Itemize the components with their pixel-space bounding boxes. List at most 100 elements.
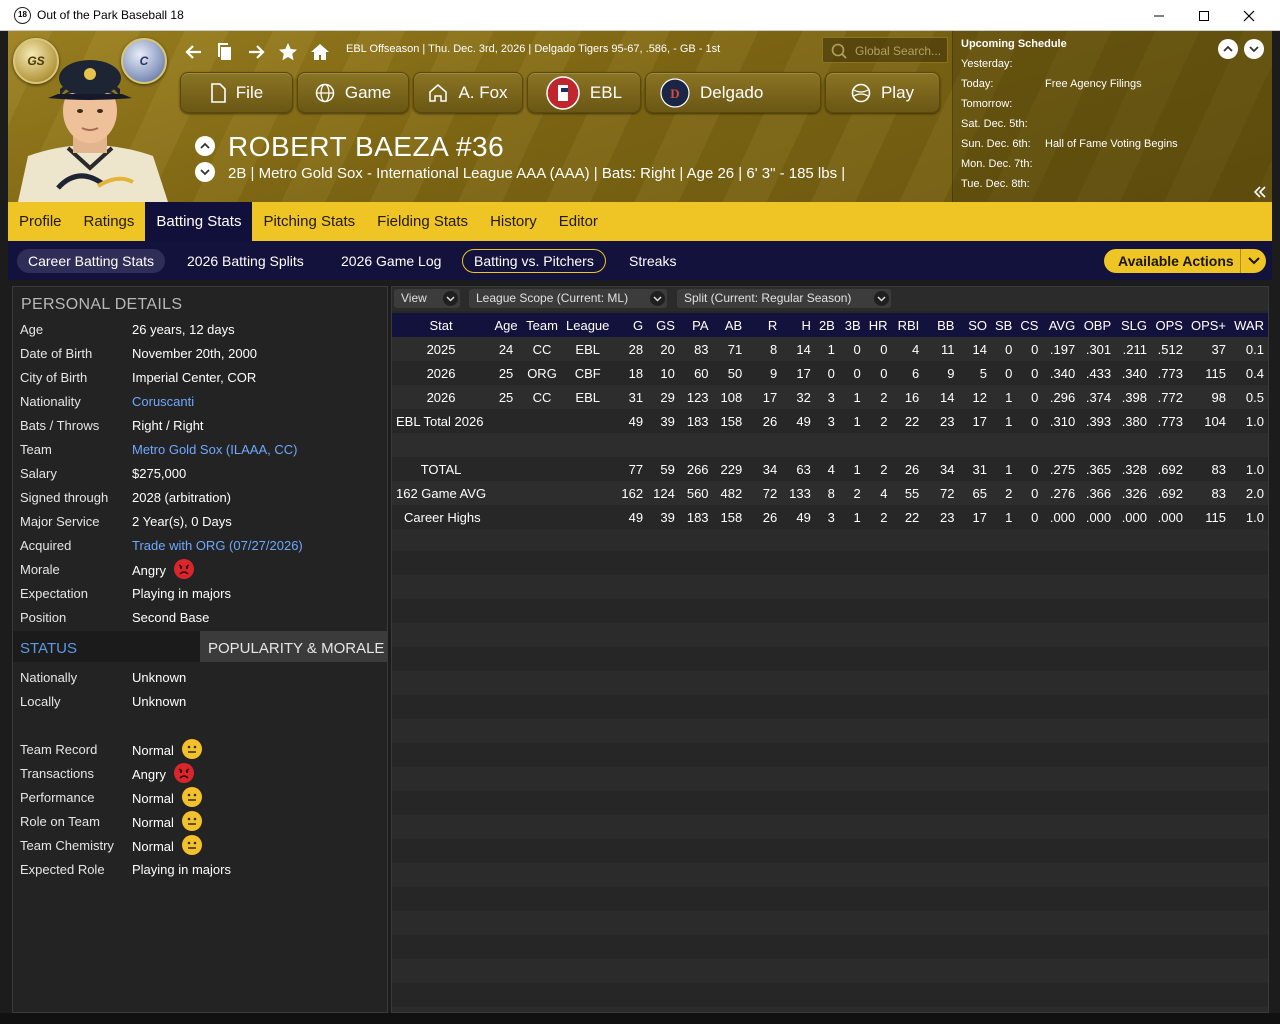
personal-link[interactable]: Metro Gold Sox (ILAAA, CC) — [132, 442, 297, 457]
stats-column-header[interactable]: SO — [958, 313, 991, 337]
forward-arrow-icon[interactable] — [245, 41, 267, 63]
stats-column-header[interactable]: OPS+ — [1186, 313, 1230, 337]
previous-player-button[interactable] — [195, 136, 215, 156]
personal-link[interactable]: Coruscanti — [132, 394, 194, 409]
stats-column-header[interactable]: SLG — [1115, 313, 1151, 337]
subtab-batting-splits[interactable]: 2026 Batting Splits — [176, 249, 315, 273]
schedule-up-button[interactable] — [1218, 39, 1238, 59]
stats-column-header[interactable]: AB — [712, 313, 747, 337]
stats-column-header[interactable]: SB — [991, 313, 1017, 337]
play-button-label: Play — [880, 82, 915, 102]
stats-cell: 20 — [647, 337, 679, 361]
game-button[interactable]: Game — [297, 72, 409, 113]
league-scope-dropdown[interactable]: League Scope (Current: ML) — [469, 289, 667, 308]
tab-history[interactable]: History — [479, 202, 548, 241]
back-arrow-icon[interactable] — [183, 41, 205, 63]
neutral-face-icon — [181, 811, 202, 831]
stats-column-header[interactable]: League — [562, 313, 614, 337]
play-button[interactable]: Play — [825, 72, 940, 113]
stats-column-header[interactable]: Age — [490, 313, 523, 337]
stats-column-header[interactable]: OPS — [1151, 313, 1187, 337]
stats-cell: 1 — [838, 409, 865, 433]
stats-column-header[interactable]: R — [746, 313, 782, 337]
tab-editor[interactable]: Editor — [548, 202, 609, 241]
organization-logo[interactable]: GS — [13, 38, 59, 84]
stats-column-header[interactable]: 2B — [814, 313, 839, 337]
tab-profile[interactable]: Profile — [8, 202, 73, 241]
stats-column-header[interactable]: 3B — [838, 313, 865, 337]
stats-column-header[interactable]: RBI — [891, 313, 924, 337]
global-search-input[interactable]: Global Search... — [822, 37, 948, 63]
chevron-up-icon — [200, 142, 210, 149]
status-value: Normal — [132, 811, 202, 831]
view-dropdown[interactable]: View — [394, 289, 460, 308]
stats-column-header[interactable]: BB — [923, 313, 959, 337]
available-actions-button[interactable]: Available Actions — [1104, 249, 1266, 273]
collapse-schedule-icon[interactable] — [1253, 185, 1267, 202]
stats-column-header[interactable]: Team — [522, 313, 562, 337]
stats-column-header[interactable]: H — [781, 313, 815, 337]
tab-popularity-morale[interactable]: POPULARITY & MORALE — [200, 631, 387, 662]
schedule-down-button[interactable] — [1244, 39, 1264, 59]
upcoming-schedule: Upcoming Schedule Yesterday: Today: Free … — [952, 31, 1272, 202]
star-icon[interactable] — [277, 41, 299, 63]
status-value: Angry — [132, 763, 194, 783]
team-button[interactable]: D Delgado — [645, 72, 821, 113]
status-value-text: Playing in majors — [132, 862, 231, 877]
stats-cell — [562, 457, 614, 481]
schedule-day: Mon. Dec. 7th: — [961, 158, 1033, 170]
stats-column-header[interactable]: PA — [678, 313, 713, 337]
stats-cell: 0 — [814, 361, 839, 385]
stats-cell: .211 — [1115, 337, 1151, 361]
subtab-career-batting-stats[interactable]: Career Batting Stats — [17, 249, 166, 273]
tab-status[interactable]: STATUS — [13, 631, 200, 662]
split-dropdown-label: Split (Current: Regular Season) — [684, 291, 852, 305]
next-player-button[interactable] — [195, 162, 215, 182]
personal-label: Signed through — [20, 490, 109, 505]
stats-column-header[interactable]: CS — [1016, 313, 1043, 337]
stats-cell — [891, 433, 924, 457]
personal-label: Position — [20, 610, 67, 625]
personal-row: Position Second Base — [13, 605, 387, 629]
tab-pitching-stats[interactable]: Pitching Stats — [252, 202, 366, 241]
stats-cell: .366 — [1079, 481, 1116, 505]
manager-button-label: A. Fox — [458, 82, 508, 102]
stats-cell: 98 — [1186, 385, 1230, 409]
stats-column-header[interactable]: WAR — [1230, 313, 1268, 337]
tab-fielding-stats[interactable]: Fielding Stats — [366, 202, 479, 241]
tab-ratings[interactable]: Ratings — [73, 202, 146, 241]
subtab-game-log[interactable]: 2026 Game Log — [330, 249, 452, 273]
stats-row: 2026 25 ORG CBF 18 10 60 50 9 17 0 0 0 6 9 5 0 0.340.433.… — [392, 361, 1268, 385]
subtab-batting-vs-pitchers[interactable]: Batting vs. Pitchers — [462, 249, 606, 273]
stats-column-header[interactable]: OBP — [1079, 313, 1116, 337]
stats-column-header[interactable]: Stat — [392, 313, 491, 337]
league-button[interactable]: EBL — [527, 72, 641, 113]
personal-link[interactable]: Trade with ORG (07/27/2026) — [132, 538, 303, 553]
stats-column-header[interactable]: HR — [864, 313, 892, 337]
personal-label: Acquired — [20, 538, 72, 553]
minimize-button[interactable] — [1136, 0, 1182, 31]
manager-button[interactable]: A. Fox — [413, 72, 523, 113]
split-dropdown[interactable]: Split (Current: Regular Season) — [677, 289, 891, 308]
tab-batting-stats[interactable]: Batting Stats — [145, 202, 253, 241]
angry-face-icon — [173, 763, 194, 783]
stats-cell: 0 — [838, 337, 865, 361]
stats-cell: 39 — [647, 505, 679, 529]
team-logo[interactable]: C — [121, 38, 167, 84]
chevron-down-icon — [443, 291, 458, 306]
personal-row: Major Service 2 Year(s), 0 Days — [13, 509, 387, 533]
file-button[interactable]: File — [180, 72, 293, 113]
stats-column-header[interactable]: GS — [647, 313, 679, 337]
stats-cell: .000 — [1151, 505, 1187, 529]
subtab-streaks[interactable]: Streaks — [618, 249, 687, 273]
stats-cell: 50 — [712, 361, 747, 385]
home-icon[interactable] — [309, 41, 331, 63]
personal-value: 26 years, 12 days — [132, 322, 235, 337]
chevron-down-icon — [1249, 46, 1259, 53]
close-button[interactable] — [1226, 0, 1272, 31]
status-value-text: Normal — [132, 815, 174, 830]
copy-icon[interactable] — [214, 41, 236, 63]
maximize-button[interactable] — [1181, 0, 1227, 31]
stats-column-header[interactable]: G — [613, 313, 648, 337]
stats-column-header[interactable]: AVG — [1042, 313, 1080, 337]
